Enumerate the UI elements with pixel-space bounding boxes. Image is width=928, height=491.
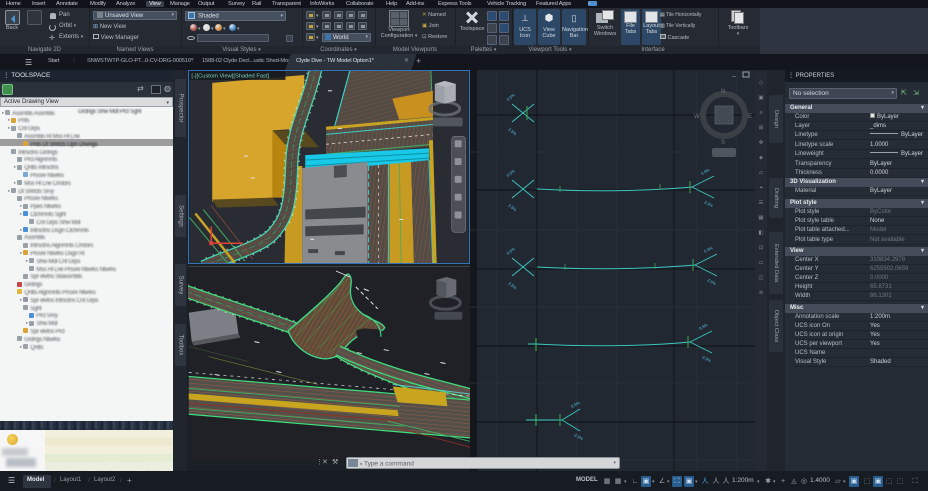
svg-text:–: – (732, 73, 736, 80)
svg-text:N: N (721, 89, 725, 95)
svg-text:W: W (694, 114, 700, 120)
svg-text:S: S (721, 140, 725, 146)
svg-text:[-][Custom View][Shaded Fast]: [-][Custom View][Shaded Fast] (191, 73, 269, 79)
